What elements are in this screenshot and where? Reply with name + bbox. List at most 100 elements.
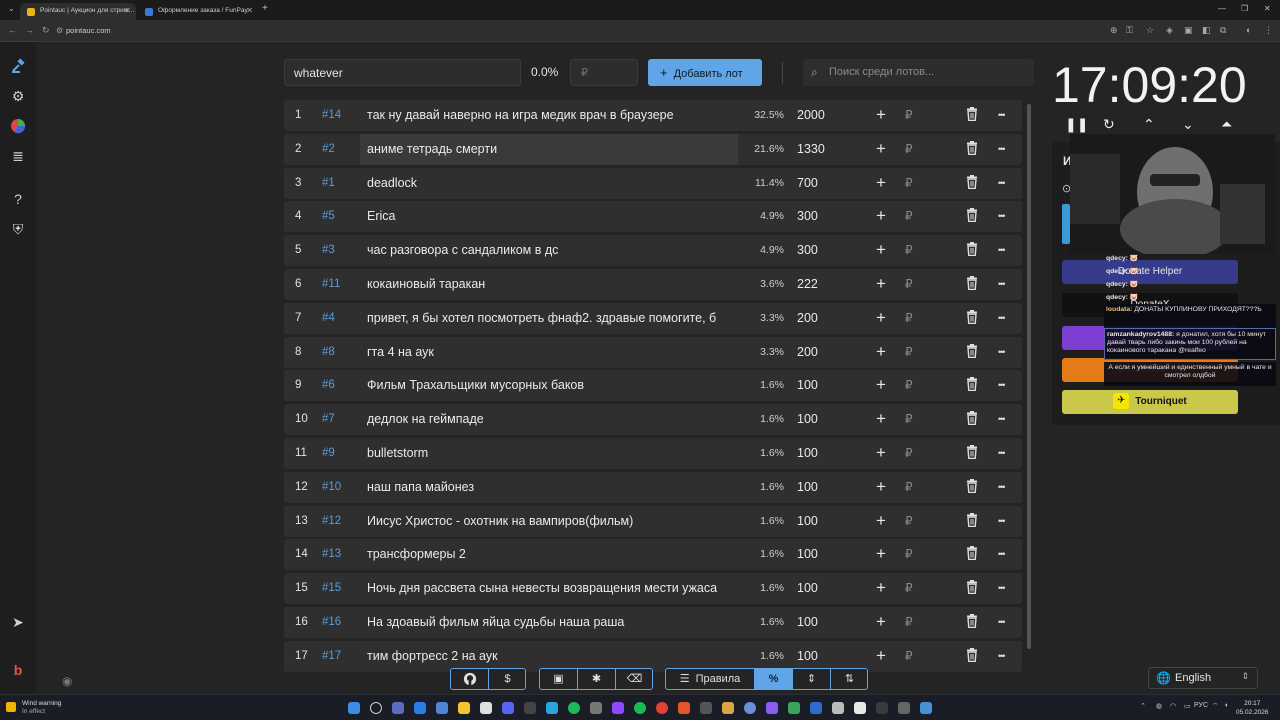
tray-battery-icon[interactable]: ▭ [1184, 702, 1191, 710]
add-amount-icon[interactable]: + [876, 342, 886, 362]
ruble-input-icon[interactable]: ₽ [905, 108, 913, 122]
clear-list-icon[interactable]: ⌫ [616, 669, 653, 689]
app-icon[interactable] [436, 702, 448, 714]
trash-icon[interactable] [966, 445, 978, 460]
ruble-input-icon[interactable]: ₽ [905, 649, 913, 663]
lot-name[interactable]: Ночь дня рассвета сына невесты возвращен… [367, 581, 737, 595]
app-icon[interactable] [568, 702, 580, 714]
app-icon[interactable] [898, 702, 910, 714]
tray-wifi-icon[interactable]: ◠ [1170, 702, 1176, 710]
ruble-input-icon[interactable]: ₽ [905, 480, 913, 494]
add-amount-icon[interactable]: + [876, 578, 886, 598]
ruble-input-icon[interactable]: ₽ [905, 547, 913, 561]
app-icon[interactable] [700, 702, 712, 714]
more-options-icon[interactable]: ••• [998, 245, 1006, 255]
app-icon[interactable] [766, 702, 778, 714]
add-amount-icon[interactable]: + [876, 646, 886, 666]
pause-icon[interactable]: ❚❚ [1065, 116, 1088, 133]
ruble-input-icon[interactable]: ₽ [905, 142, 913, 156]
ruble-input-icon[interactable]: ₽ [905, 514, 913, 528]
site-info-icon[interactable]: ⚙ [56, 26, 63, 35]
trash-icon[interactable] [966, 647, 978, 662]
weather-widget[interactable]: Wind warning In effect [22, 700, 61, 716]
ruble-input-icon[interactable]: ₽ [905, 243, 913, 257]
more-options-icon[interactable]: ••• [998, 651, 1006, 661]
lot-name[interactable]: дедлок на геймпаде [367, 412, 737, 426]
add-amount-icon[interactable]: + [876, 544, 886, 564]
lot-row[interactable]: 9 #6 Фильм Трахальщики мусорных баков 1.6% 1… [284, 370, 1022, 402]
file-explorer-icon[interactable] [458, 702, 470, 714]
new-tab-button[interactable]: + [262, 3, 268, 14]
add-amount-icon[interactable]: + [876, 477, 886, 497]
lot-amount[interactable]: 100 [797, 514, 818, 528]
chrome-icon[interactable] [656, 702, 668, 714]
sort-icon[interactable]: ⇅ [831, 669, 868, 689]
add-amount-icon[interactable]: + [876, 173, 886, 193]
lot-name[interactable]: кокаиновый таракан [367, 277, 737, 291]
trash-icon[interactable] [966, 343, 978, 358]
more-options-icon[interactable]: ••• [998, 414, 1006, 424]
trash-icon[interactable] [966, 208, 978, 223]
lot-name[interactable]: тим фортресс 2 на аук [367, 649, 737, 663]
maximize-icon[interactable]: ❐ [1241, 4, 1248, 13]
lot-row[interactable]: 1 #14 так ну давай наверно на игра медик в… [284, 100, 1022, 131]
lot-name[interactable]: привет, я бы хотел посмотреть фнаф2. здр… [367, 311, 737, 325]
close-icon[interactable]: ✕ [124, 6, 131, 15]
add-amount-icon[interactable]: + [876, 274, 886, 294]
extension3-icon[interactable]: ◧ [1202, 25, 1211, 36]
visibility-eye-icon[interactable]: ◉ [62, 674, 72, 688]
tourniquet-button[interactable]: ✈ Tourniquet [1062, 390, 1238, 414]
lot-amount[interactable]: 100 [797, 412, 818, 426]
lot-row[interactable]: 4 #5 Erica 4.9% 300 + ₽ ••• [284, 201, 1022, 233]
lot-row[interactable]: 8 #8 гта 4 на аук 3.3% 200 + ₽ ••• [284, 336, 1022, 368]
tab-pointauc[interactable]: Pointauc | Аукцион для стрим… ✕ [20, 3, 136, 20]
language-select[interactable]: 🌐 English ⇕ [1148, 667, 1258, 689]
rules-button[interactable]: ☰ Правила [666, 669, 754, 689]
lot-row[interactable]: 10 #7 дедлок на геймпаде 1.6% 100 + ₽ ••• [284, 404, 1022, 436]
trash-icon[interactable] [966, 140, 978, 155]
layers-icon[interactable]: ≣ [10, 148, 26, 164]
password-key-icon[interactable]: ⚿ [1126, 25, 1133, 36]
tab-menu-icon[interactable]: ⌄ [8, 4, 15, 13]
trash-icon[interactable] [966, 614, 978, 629]
lot-amount[interactable]: 100 [797, 615, 818, 629]
lot-row[interactable]: 15 #15 Ночь дня рассвета сына невесты возв… [284, 573, 1022, 605]
lot-row[interactable]: 5 #3 час разговора с сандаликом в дс 4.9% 30… [284, 235, 1022, 267]
lot-name[interactable]: аниме тетрадь смерти [367, 142, 737, 156]
ruble-input-icon[interactable]: ₽ [905, 345, 913, 359]
trash-icon[interactable] [966, 276, 978, 291]
save-icon[interactable]: ▣ [540, 669, 577, 689]
app-icon[interactable] [744, 702, 756, 714]
lot-amount[interactable]: 1330 [797, 142, 825, 156]
profile-avatar[interactable]: ◐ [1246, 25, 1251, 35]
lot-name[interactable]: На здоавый фильм яйца судьбы наша раша [367, 615, 737, 629]
app-icon[interactable] [414, 702, 426, 714]
more-options-icon[interactable]: ••• [998, 516, 1006, 526]
trash-icon[interactable] [966, 478, 978, 493]
tray-volume-icon[interactable]: ◖ [1224, 702, 1228, 709]
discord-icon[interactable] [502, 702, 514, 714]
close-icon[interactable]: ✕ [246, 6, 253, 15]
more-options-icon[interactable]: ••• [998, 313, 1006, 323]
lot-amount[interactable]: 300 [797, 209, 818, 223]
more-options-icon[interactable]: ••• [998, 178, 1006, 188]
lot-amount[interactable]: 100 [797, 581, 818, 595]
app-icon[interactable] [920, 702, 932, 714]
donate-dollar-icon[interactable]: $ [489, 669, 526, 689]
lot-list-scrollbar[interactable] [1027, 104, 1031, 649]
trash-icon[interactable] [966, 242, 978, 257]
lot-row[interactable]: 17 #17 тим фортресс 2 на аук 1.6% 100 + ₽ ••• [284, 640, 1022, 672]
add-lot-button[interactable]: + Добавить лот [648, 59, 762, 86]
trash-icon[interactable] [966, 309, 978, 324]
lot-name[interactable]: наш папа майонез [367, 480, 737, 494]
trash-icon[interactable] [966, 512, 978, 527]
more-options-icon[interactable]: ••• [998, 279, 1006, 289]
app-icon[interactable] [854, 702, 866, 714]
lot-row[interactable]: 12 #10 наш папа майонез 1.6% 100 + ₽ ••• [284, 471, 1022, 503]
lot-name[interactable]: Иисус Христос - охотник на вампиров(филь… [367, 514, 737, 528]
boosty-icon[interactable]: b [10, 662, 26, 678]
lot-name[interactable]: deadlock [367, 176, 737, 190]
lot-row[interactable]: 16 #16 На здоавый фильм яйца судьбы наша р… [284, 607, 1022, 638]
app-icon[interactable] [480, 702, 492, 714]
lot-row[interactable]: 3 #1 deadlock 11.4% 700 + ₽ ••• [284, 167, 1022, 199]
